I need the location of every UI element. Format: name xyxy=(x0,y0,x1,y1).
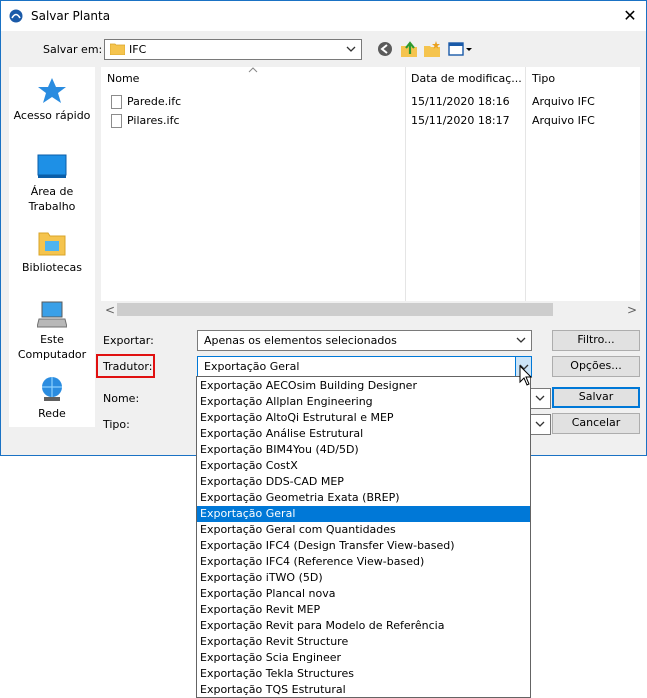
save-in-value: IFC xyxy=(129,43,147,56)
place-label: Este xyxy=(40,333,64,346)
translator-option[interactable]: Exportação Geometria Exata (BREP) xyxy=(197,490,530,506)
translator-dropdown-list[interactable]: Exportação AECOsim Building Designer Expo… xyxy=(196,376,531,698)
column-date[interactable]: Data de modificaç... xyxy=(411,72,522,85)
cancel-button[interactable]: Cancelar xyxy=(552,413,640,434)
translator-option[interactable]: Exportação Plancal nova xyxy=(197,586,530,602)
translator-option[interactable]: Exportação IFC4 (Design Transfer View-ba… xyxy=(197,538,530,554)
translator-option[interactable]: Exportação Revit Structure xyxy=(197,634,530,650)
star-icon xyxy=(38,78,66,103)
place-label-line2: Trabalho xyxy=(28,200,76,213)
scroll-left-icon[interactable]: < xyxy=(105,303,115,317)
export-label: Exportar: xyxy=(103,334,154,347)
file-icon xyxy=(111,95,122,109)
file-name: Pilares.ifc xyxy=(127,114,180,127)
export-value: Apenas os elementos selecionados xyxy=(204,334,397,347)
translator-option[interactable]: Exportação Revit para Modelo de Referênc… xyxy=(197,618,530,634)
scroll-right-icon[interactable]: > xyxy=(627,303,637,317)
places-bar: Acesso rápido Área de Trabalho Bibliotec… xyxy=(9,67,95,427)
translator-option[interactable]: Exportação AltoQi Estrutural e MEP xyxy=(197,410,530,426)
type-combo[interactable] xyxy=(531,414,551,435)
place-network[interactable]: Rede xyxy=(9,375,95,421)
options-button[interactable]: Opções... xyxy=(552,356,640,377)
translator-option[interactable]: Exportação iTWO (5D) xyxy=(197,570,530,586)
translator-option[interactable]: Exportação AECOsim Building Designer xyxy=(197,378,530,394)
close-icon[interactable]: ✕ xyxy=(613,3,647,29)
file-type: Arquivo IFC xyxy=(532,114,595,127)
chevron-down-icon xyxy=(535,421,545,427)
mouse-cursor-icon xyxy=(519,365,533,386)
place-this-pc[interactable]: Este Computador xyxy=(9,301,95,362)
place-label: Área de xyxy=(30,185,74,198)
translator-option[interactable]: Exportação TQS Estrutural xyxy=(197,682,530,698)
translator-option[interactable]: Exportação DDS-CAD MEP xyxy=(197,474,530,490)
place-libraries[interactable]: Bibliotecas xyxy=(9,229,95,275)
place-label: Acesso rápido xyxy=(13,109,91,122)
file-row[interactable]: Parede.ifc 15/11/2020 18:16 Arquivo IFC xyxy=(107,93,627,111)
file-date: 15/11/2020 18:16 xyxy=(411,95,510,108)
app-icon xyxy=(9,9,23,23)
scroll-thumb[interactable] xyxy=(117,303,553,316)
translator-option[interactable]: Exportação Geral xyxy=(197,506,530,522)
file-icon xyxy=(111,114,122,128)
name-label: Nome: xyxy=(103,392,140,405)
save-button[interactable]: Salvar xyxy=(552,387,640,408)
file-name: Parede.ifc xyxy=(127,95,182,108)
network-icon xyxy=(42,377,62,401)
file-date: 15/11/2020 18:17 xyxy=(411,114,510,127)
column-type[interactable]: Tipo xyxy=(532,72,555,85)
place-label-line2: Computador xyxy=(17,348,87,361)
place-label: Bibliotecas xyxy=(21,261,83,274)
save-in-combo[interactable]: IFC xyxy=(104,39,362,60)
libraries-icon xyxy=(38,232,66,256)
chevron-down-icon xyxy=(535,395,545,401)
chevron-down-icon xyxy=(346,46,356,52)
view-menu-icon[interactable] xyxy=(447,39,473,59)
translator-label: Tradutor: xyxy=(103,360,153,373)
save-in-label: Salvar em: xyxy=(43,43,103,56)
translator-value: Exportação Geral xyxy=(204,360,300,373)
type-label: Tipo: xyxy=(103,418,130,431)
back-icon[interactable] xyxy=(375,39,395,59)
translator-option[interactable]: Exportação Revit MEP xyxy=(197,602,530,618)
place-desktop[interactable]: Área de Trabalho xyxy=(9,153,95,214)
translator-option[interactable]: Exportação Geral com Quantidades xyxy=(197,522,530,538)
file-type: Arquivo IFC xyxy=(532,95,595,108)
translator-option[interactable]: Exportação BIM4You (4D/5D) xyxy=(197,442,530,458)
window-title: Salvar Planta xyxy=(31,9,111,23)
horizontal-scrollbar[interactable]: < > xyxy=(101,301,640,318)
sort-ascending-icon xyxy=(248,67,258,73)
translator-option[interactable]: Exportação Análise Estrutural xyxy=(197,426,530,442)
desktop-icon xyxy=(37,154,67,178)
folder-icon xyxy=(110,43,125,55)
translator-option[interactable]: Exportação Allplan Engineering xyxy=(197,394,530,410)
place-quick-access[interactable]: Acesso rápido xyxy=(9,77,95,123)
new-folder-icon[interactable] xyxy=(422,39,442,59)
translator-combo[interactable]: Exportação Geral xyxy=(197,356,532,377)
translator-option[interactable]: Exportação CostX xyxy=(197,458,530,474)
chevron-down-icon xyxy=(516,337,526,343)
column-name[interactable]: Nome xyxy=(107,72,139,85)
file-row[interactable]: Pilares.ifc 15/11/2020 18:17 Arquivo IFC xyxy=(107,112,627,130)
computer-icon xyxy=(37,301,67,328)
name-combo[interactable] xyxy=(531,388,551,409)
translator-option[interactable]: Exportação Scia Engineer xyxy=(197,650,530,666)
title-bar: Salvar Planta ✕ xyxy=(1,1,646,31)
up-folder-icon[interactable] xyxy=(399,39,419,59)
export-combo[interactable]: Apenas os elementos selecionados xyxy=(197,330,532,351)
place-label: Rede xyxy=(38,407,66,420)
translator-option[interactable]: Exportação Tekla Structures xyxy=(197,666,530,682)
translator-option[interactable]: Exportação IFC4 (Reference View-based) xyxy=(197,554,530,570)
filter-button[interactable]: Filtro... xyxy=(552,330,640,351)
